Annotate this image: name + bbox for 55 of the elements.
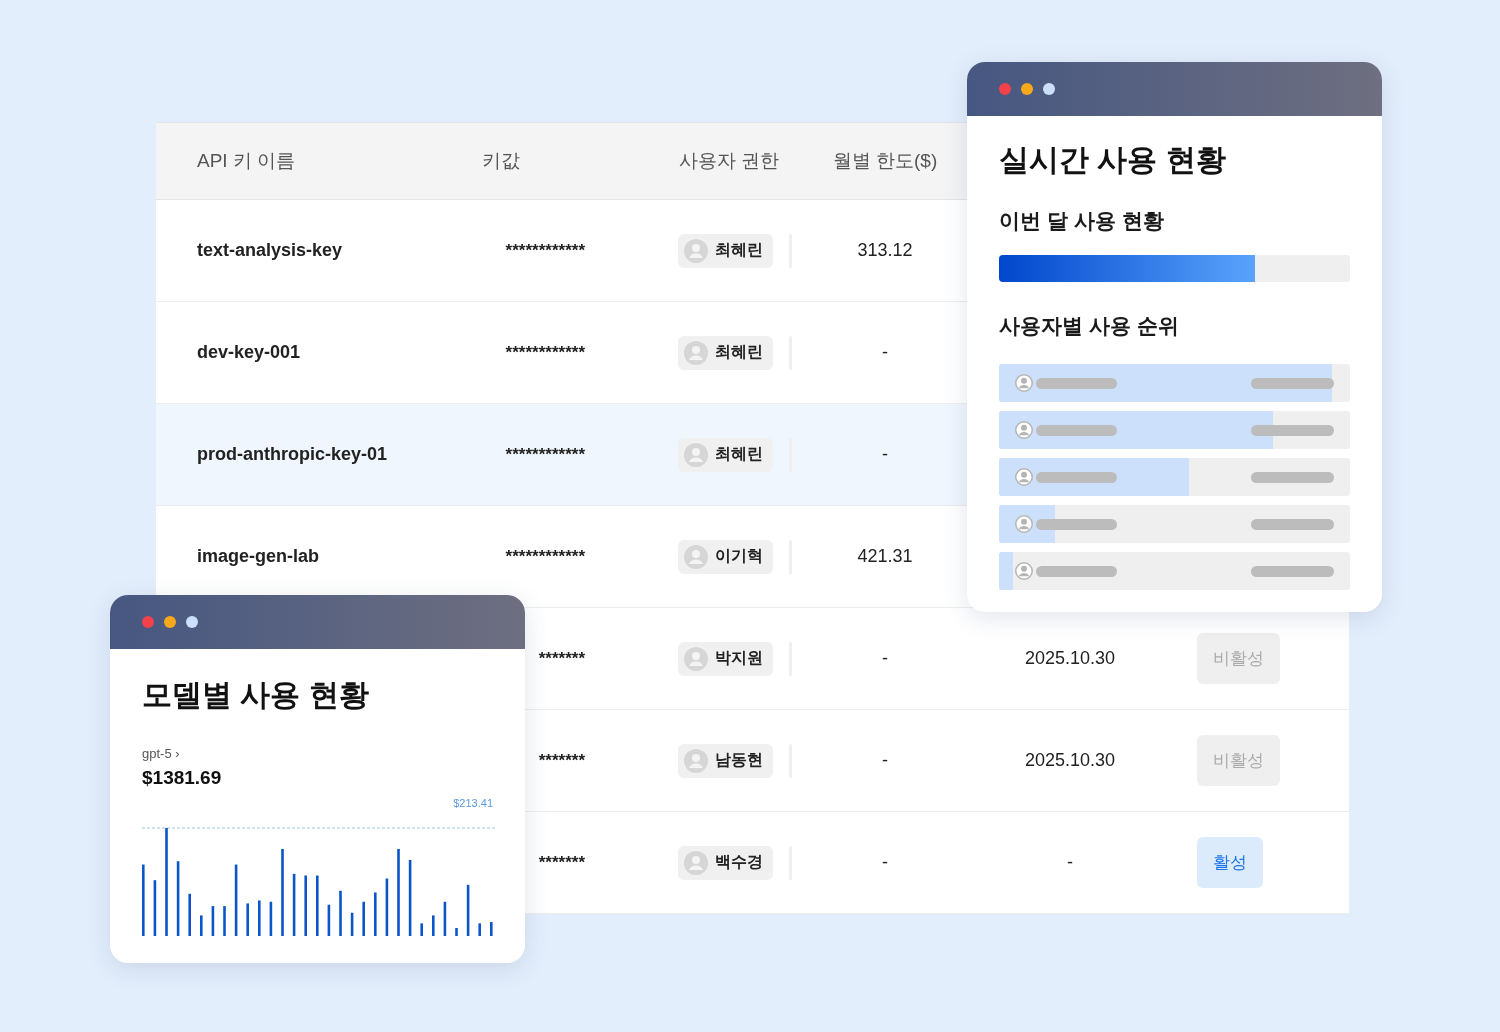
- maximize-dot-icon[interactable]: [1043, 83, 1055, 95]
- status-button[interactable]: 활성: [1197, 837, 1263, 888]
- user-badge: 남동현: [678, 743, 773, 778]
- user-badge: 박지원: [678, 641, 773, 676]
- expiry-date: -: [1067, 852, 1073, 872]
- user-badge: 최혜린: [678, 335, 773, 370]
- avatar-icon: [1015, 562, 1033, 580]
- key-value: *******: [538, 649, 585, 668]
- column-header: API 키 이름: [196, 149, 297, 173]
- key-value: ************: [505, 445, 585, 464]
- monthly-limit: -: [882, 342, 888, 362]
- avatar-icon: [684, 442, 708, 467]
- avatar-icon: [1015, 374, 1033, 392]
- avatar-icon: [1015, 515, 1033, 533]
- expiry-date: 2025.10.30: [1024, 648, 1116, 668]
- monthly-limit: -: [882, 648, 888, 668]
- minimize-dot-icon[interactable]: [1021, 83, 1033, 95]
- expiry-date: 2025.10.30: [1024, 750, 1116, 770]
- avatar-icon: [684, 748, 708, 773]
- key-value: *******: [538, 853, 585, 872]
- key-name: prod-anthropic-key-01: [197, 444, 388, 464]
- section-title: 사용자별 사용 순위: [999, 313, 1180, 339]
- key-value: ************: [505, 547, 585, 566]
- user-badge: 백수경: [678, 845, 773, 880]
- monthly-limit: -: [882, 444, 888, 464]
- section-title: 이번 달 사용 현황: [999, 208, 1165, 234]
- column-header: 키값: [481, 149, 521, 173]
- avatar-icon: [684, 238, 708, 263]
- user-badge: 최혜린: [678, 437, 773, 472]
- card-title: 실시간 사용 현황: [999, 142, 1227, 178]
- monthly-limit: 421.31: [857, 546, 913, 566]
- maximize-dot-icon[interactable]: [186, 616, 198, 628]
- close-dot-icon[interactable]: [999, 83, 1011, 95]
- peak-label: $213.41: [452, 797, 493, 809]
- key-name: dev-key-001: [197, 342, 301, 362]
- avatar-icon: [684, 646, 708, 671]
- user-badge: 최혜린: [678, 233, 773, 268]
- key-value: ************: [505, 241, 585, 260]
- avatar-icon: [1015, 468, 1033, 486]
- monthly-limit: 313.12: [857, 240, 913, 260]
- monthly-limit: -: [882, 750, 888, 770]
- monthly-limit: -: [882, 852, 888, 872]
- user-badge: 이기혁: [678, 539, 773, 574]
- avatar-icon: [684, 544, 708, 569]
- key-name: image-gen-lab: [197, 546, 320, 566]
- close-dot-icon[interactable]: [142, 616, 154, 628]
- minimize-dot-icon[interactable]: [164, 616, 176, 628]
- avatar-icon: [684, 340, 708, 365]
- key-name: text-analysis-key: [197, 240, 343, 260]
- column-header: 월별 한도($): [831, 149, 939, 173]
- avatar-icon: [684, 850, 708, 875]
- avatar-icon: [1015, 421, 1033, 439]
- column-header: 사용자 권한: [678, 149, 781, 173]
- key-value: ************: [505, 343, 585, 362]
- key-value: *******: [538, 751, 585, 770]
